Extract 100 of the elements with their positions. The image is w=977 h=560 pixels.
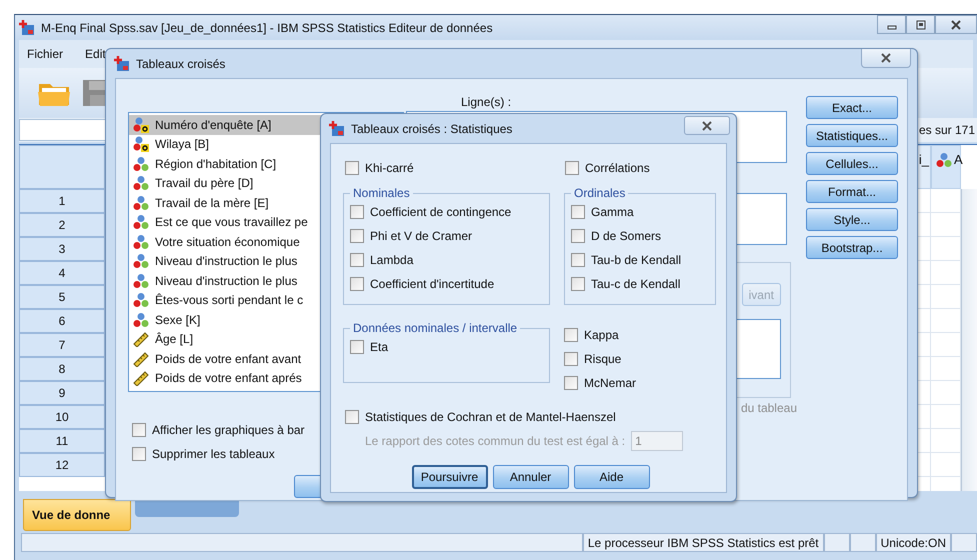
- checkbox-label: Statistiques de Cochran et de Mantel-Haenszel: [365, 410, 616, 424]
- ruler-icon: [133, 350, 149, 367]
- close-icon: [880, 53, 892, 63]
- status-pane: [824, 533, 850, 552]
- nominal-icon: [133, 312, 149, 328]
- checkbox[interactable]: [571, 229, 585, 243]
- row-number: 5: [19, 285, 105, 309]
- row-number: 7: [19, 333, 105, 357]
- row-number: 8: [19, 357, 105, 381]
- close-button[interactable]: [935, 15, 977, 34]
- nominal-icon: [936, 152, 952, 168]
- checkbox-label: D de Somers: [591, 229, 662, 243]
- checkbox[interactable]: [132, 447, 146, 461]
- checkbox-label: Coefficient d'incertitude: [370, 277, 494, 291]
- maximize-icon: [914, 20, 926, 30]
- dialog-title: Tableaux croisés: [136, 56, 226, 70]
- nominal-icon: [133, 253, 149, 270]
- checkbox-label: Lambda: [370, 253, 414, 267]
- checkbox-label: Tau-c de Kendall: [591, 277, 680, 291]
- group-title: Nominales: [352, 186, 411, 200]
- checkbox-label: Gamma: [591, 205, 634, 219]
- checkbox-label: Kappa: [584, 328, 619, 342]
- nominal-icon: [133, 175, 149, 192]
- close-button[interactable]: [861, 49, 911, 68]
- close-icon: [701, 120, 713, 130]
- column-header[interactable]: A: [931, 145, 961, 189]
- checkbox[interactable]: [345, 410, 359, 424]
- minimize-button[interactable]: [877, 15, 906, 34]
- nominal-icon: [133, 156, 149, 172]
- checkbox-label: Supprimer les tableaux: [152, 447, 275, 461]
- checkbox[interactable]: [571, 253, 585, 267]
- side-button[interactable]: Cellules...: [806, 152, 898, 175]
- checkbox-label: Risque: [584, 352, 622, 366]
- side-button[interactable]: Bootstrap...: [806, 236, 898, 259]
- checkbox[interactable]: [345, 161, 359, 175]
- close-icon: [950, 20, 962, 30]
- ruler-icon: [133, 370, 149, 386]
- string-variable-icon: [133, 116, 149, 133]
- vertical-scrollbar[interactable]: [961, 189, 977, 491]
- side-button[interactable]: Exact...: [806, 96, 898, 119]
- checkbox[interactable]: [571, 205, 585, 219]
- close-button[interactable]: [684, 116, 730, 135]
- checkbox[interactable]: [350, 277, 364, 291]
- app-icon: [114, 56, 130, 72]
- menu-item[interactable]: Fichier: [25, 47, 84, 61]
- row-number: 10: [19, 405, 105, 429]
- side-button[interactable]: Format...: [806, 180, 898, 203]
- checkbox-label: Eta: [370, 340, 388, 354]
- row-number: 4: [19, 261, 105, 285]
- window-title: M-Enq Final Spss.sav [Jeu_de_données1] - IBM SPSS Statistics Editeur de données: [41, 20, 493, 34]
- layer-note: du tableau: [740, 401, 797, 415]
- side-button[interactable]: Style...: [806, 208, 898, 231]
- nominal-icon: [133, 234, 149, 250]
- checkbox-label: Afficher les graphiques à bar: [152, 423, 305, 437]
- nominal-icon: [133, 272, 149, 289]
- checkbox-label: McNemar: [584, 376, 636, 390]
- group-title: Données nominales / intervalle: [352, 321, 518, 335]
- app-icon: [19, 20, 35, 36]
- app-icon: [329, 120, 345, 136]
- checkbox[interactable]: [132, 423, 146, 437]
- row-number: 3: [19, 237, 105, 261]
- status-message: Le processeur IBM SPSS Statistics est prêt: [582, 533, 824, 552]
- side-button[interactable]: Statistiques...: [806, 124, 898, 147]
- case-count: es sur 171: [918, 123, 976, 137]
- checkbox[interactable]: [350, 205, 364, 219]
- odds-ratio-label: Le rapport des cotes commun du test est égal à :: [365, 434, 626, 448]
- row-number: 11: [19, 429, 105, 453]
- checkbox[interactable]: [571, 277, 585, 291]
- ruler-icon: [133, 331, 149, 348]
- maximize-button[interactable]: [906, 15, 935, 34]
- encoding-status: Unicode:ON: [876, 533, 951, 552]
- checkbox-label: Coefficient de contingence: [370, 205, 512, 219]
- dialog-button[interactable]: Aide: [574, 465, 650, 489]
- dialog-button[interactable]: Poursuivre: [412, 465, 488, 489]
- checkbox[interactable]: [564, 376, 578, 390]
- nominal-icon: [133, 292, 149, 308]
- row-number: 9: [19, 381, 105, 405]
- checkbox[interactable]: [350, 253, 364, 267]
- rows-label: Ligne(s) :: [460, 95, 512, 111]
- view-tab[interactable]: Vue de donne: [23, 499, 131, 531]
- row-number: 6: [19, 309, 105, 333]
- checkbox[interactable]: [564, 328, 578, 342]
- checkbox[interactable]: [564, 352, 578, 366]
- status-pane: [850, 533, 876, 552]
- row-number: 12: [19, 453, 105, 477]
- checkbox[interactable]: [350, 340, 364, 354]
- checkbox[interactable]: [565, 161, 579, 175]
- checkbox-label: Corrélations: [585, 161, 650, 175]
- checkbox-label: Tau-b de Kendall: [591, 253, 682, 267]
- dialog-button[interactable]: Annuler: [492, 465, 568, 489]
- group-title: Ordinales: [573, 186, 626, 200]
- checkbox-label: Khi-carré: [365, 161, 414, 175]
- checkbox[interactable]: [350, 229, 364, 243]
- nominal-icon: [133, 214, 149, 230]
- string-variable-icon: [133, 136, 149, 152]
- nominal-icon: [133, 194, 149, 211]
- row-number: 1: [19, 189, 105, 213]
- status-pane: [951, 533, 977, 552]
- row-number: 2: [19, 213, 105, 237]
- checkbox-label: Phi et V de Cramer: [370, 229, 472, 243]
